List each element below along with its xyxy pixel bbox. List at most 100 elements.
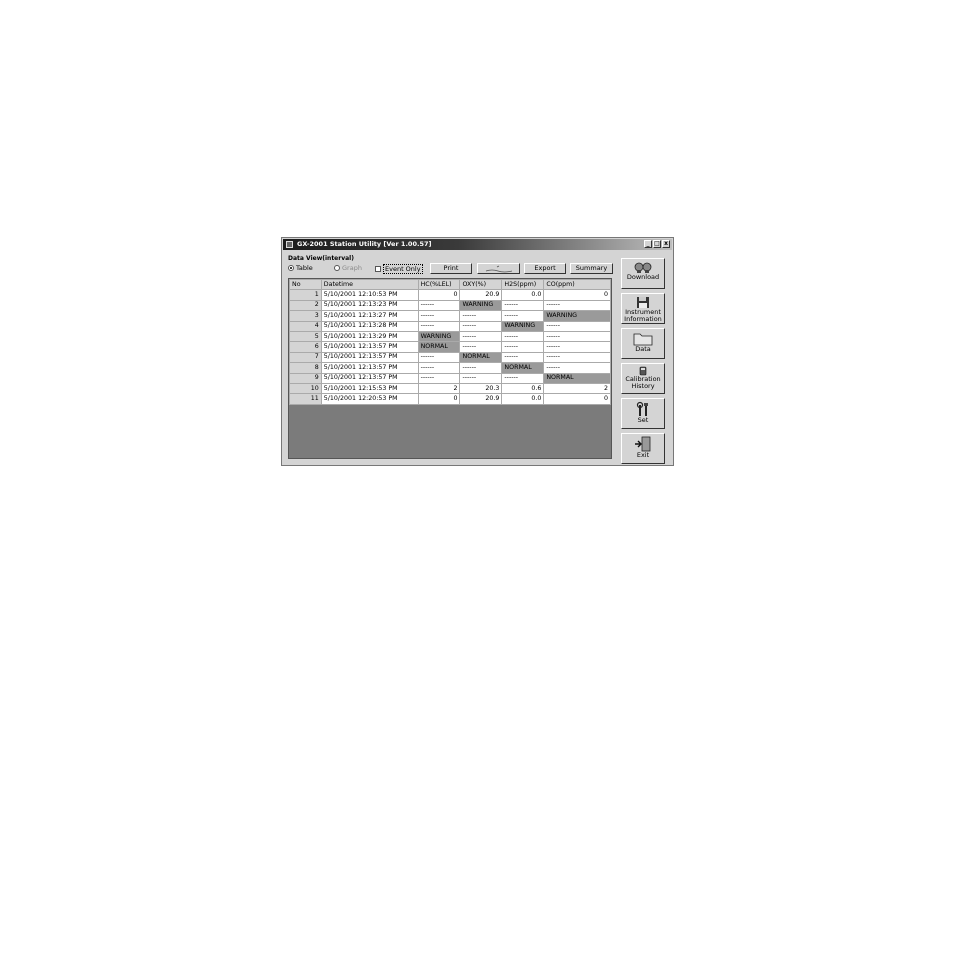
exit-button[interactable]: Exit [621, 433, 665, 464]
set-label: Set [637, 416, 649, 424]
cell-oxy: 20.3 [459, 382, 503, 395]
cell-co: 2 [543, 382, 611, 395]
cell-datetime: 5/10/2001 12:13:27 PM [320, 310, 419, 322]
cell-hc: 0 [417, 289, 461, 301]
table-row[interactable]: 9 5/10/2001 12:13:57 PM ------ ------ --… [289, 372, 611, 384]
summary-button[interactable]: Summary [570, 263, 613, 274]
cell-oxy: NORMAL [459, 351, 503, 364]
app-window: GX-2001 Station Utility [Ver 1.00.57] _ … [281, 237, 674, 466]
cell-hc: 0 [417, 393, 461, 405]
cell-oxy: 20.9 [459, 393, 503, 405]
table-row[interactable]: 6 5/10/2001 12:13:57 PM NORMAL ------ --… [289, 341, 611, 353]
exit-door-icon [635, 436, 651, 452]
cell-co: ------ [543, 320, 611, 332]
download-label: Download [626, 273, 660, 281]
cell-h2s: 0.0 [501, 393, 545, 405]
row-number: 11 [289, 393, 322, 405]
cell-co: 0 [543, 289, 611, 301]
unlabeled-button[interactable] [477, 263, 520, 274]
graph-radio-label: Graph [342, 264, 362, 272]
row-number: 6 [289, 341, 322, 353]
title-bar[interactable]: GX-2001 Station Utility [Ver 1.00.57] _ … [283, 239, 672, 250]
row-number: 4 [289, 320, 322, 332]
graph-radio[interactable]: Graph [334, 264, 362, 272]
print-button[interactable]: Print [430, 263, 472, 274]
cell-h2s: 0.0 [501, 289, 545, 301]
cell-datetime: 5/10/2001 12:10:53 PM [320, 289, 419, 301]
cell-h2s: 0.6 [501, 382, 545, 395]
calibration-label-line2: History [631, 382, 655, 390]
row-number: 10 [289, 382, 322, 395]
cell-h2s: ------ [501, 299, 545, 312]
header-hc[interactable]: HC(%LEL) [417, 279, 461, 291]
table-row[interactable]: 4 5/10/2001 12:13:28 PM ------ ------ WA… [289, 320, 611, 332]
maximize-button[interactable]: □ [653, 240, 661, 248]
table-row[interactable]: 2 5/10/2001 12:13:23 PM ------ WARNING -… [289, 299, 611, 312]
cell-datetime: 5/10/2001 12:13:23 PM [320, 299, 419, 312]
cell-datetime: 5/10/2001 12:13:57 PM [320, 362, 419, 374]
event-only-label: Event Only [383, 264, 423, 274]
radio-selected-icon [288, 265, 294, 271]
cell-h2s: ------ [501, 372, 545, 384]
row-number: 8 [289, 362, 322, 374]
header-datetime[interactable]: Datetime [320, 279, 419, 291]
event-only-checkbox[interactable]: Event Only [375, 264, 423, 274]
cell-co: WARNING [543, 310, 611, 322]
table-row[interactable]: 7 5/10/2001 12:13:57 PM ------ NORMAL --… [289, 351, 611, 364]
data-grid[interactable]: No Datetime HC(%LEL) OXY(%) H2S(ppm) CO(… [288, 278, 612, 459]
header-co[interactable]: CO(ppm) [543, 279, 611, 291]
exit-label: Exit [636, 451, 650, 459]
cell-oxy: WARNING [459, 299, 503, 312]
data-button[interactable]: Data [621, 328, 665, 359]
cell-co: ------ [543, 341, 611, 353]
cell-co: NORMAL [543, 372, 611, 384]
table-row[interactable]: 10 5/10/2001 12:15:53 PM 2 20.3 0.6 2 [289, 382, 611, 395]
cell-hc: ------ [417, 299, 461, 312]
row-number: 3 [289, 310, 322, 322]
download-button[interactable]: Download [621, 258, 665, 289]
cell-oxy: ------ [459, 362, 503, 374]
cell-hc: ------ [417, 362, 461, 374]
cell-hc: ------ [417, 351, 461, 364]
header-no[interactable]: No [289, 279, 322, 291]
table-row[interactable]: 3 5/10/2001 12:13:27 PM ------ ------ --… [289, 310, 611, 322]
cell-hc: 2 [417, 382, 461, 395]
row-number: 1 [289, 289, 322, 301]
export-button[interactable]: Export [524, 263, 566, 274]
instrument-label-line2: Information [624, 315, 662, 323]
cell-hc: WARNING [417, 330, 461, 343]
app-icon[interactable] [286, 241, 293, 248]
table-row[interactable]: 1 5/10/2001 12:10:53 PM 0 20.9 0.0 0 [289, 289, 611, 301]
table-row[interactable]: 11 5/10/2001 12:20:53 PM 0 20.9 0.0 0 [289, 393, 611, 405]
calibration-history-button[interactable]: Calibration History [621, 363, 665, 394]
cell-co: ------ [543, 362, 611, 374]
data-view-label: Data View(interval) [288, 255, 354, 262]
cell-datetime: 5/10/2001 12:20:53 PM [320, 393, 419, 405]
cell-datetime: 5/10/2001 12:13:57 PM [320, 351, 419, 364]
close-button[interactable]: x [662, 240, 670, 248]
header-oxy[interactable]: OXY(%) [459, 279, 503, 291]
cell-hc: NORMAL [417, 341, 461, 353]
header-h2s[interactable]: H2S(ppm) [501, 279, 545, 291]
cell-h2s: NORMAL [501, 362, 545, 374]
cell-h2s: WARNING [501, 320, 545, 332]
table-row[interactable]: 8 5/10/2001 12:13:57 PM ------ ------ NO… [289, 362, 611, 374]
cell-datetime: 5/10/2001 12:13:57 PM [320, 372, 419, 384]
row-number: 5 [289, 330, 322, 343]
instrument-information-button[interactable]: Instrument Information [621, 293, 665, 324]
cell-datetime: 5/10/2001 12:13:28 PM [320, 320, 419, 332]
cell-oxy: ------ [459, 341, 503, 353]
cell-co: ------ [543, 299, 611, 312]
minimize-button[interactable]: _ [644, 240, 652, 248]
cell-oxy: ------ [459, 310, 503, 322]
row-number: 2 [289, 299, 322, 312]
data-table: No Datetime HC(%LEL) OXY(%) H2S(ppm) CO(… [289, 279, 611, 405]
table-row[interactable]: 5 5/10/2001 12:13:29 PM WARNING ------ -… [289, 330, 611, 343]
button-scribble-icon [485, 265, 512, 273]
cell-co: ------ [543, 330, 611, 343]
table-radio[interactable]: Table [288, 264, 313, 272]
radio-icon [334, 265, 340, 271]
table-header-row: No Datetime HC(%LEL) OXY(%) H2S(ppm) CO(… [289, 279, 611, 291]
cell-co: 0 [543, 393, 611, 405]
set-button[interactable]: Set [621, 398, 665, 429]
